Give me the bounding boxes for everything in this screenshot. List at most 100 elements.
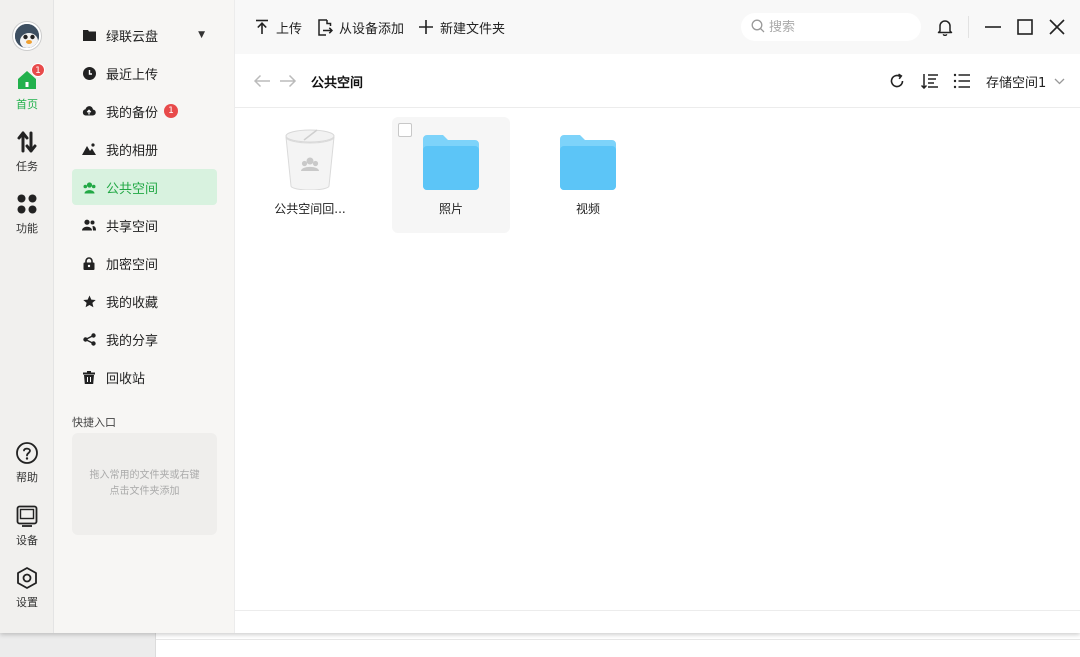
sidebar-item-label: 回收站	[106, 371, 146, 387]
share-icon	[82, 332, 96, 346]
toolbar-divider	[968, 16, 969, 38]
maximize-icon	[1017, 19, 1033, 35]
rail-devices[interactable]: 设备	[0, 504, 54, 548]
sidebar-item-label: 最近上传	[106, 67, 159, 83]
backdrop-panel	[155, 633, 1080, 657]
cloud-upload-icon	[82, 104, 96, 118]
rail-devices-label: 设备	[16, 534, 38, 547]
help-icon	[15, 441, 39, 465]
transfer-arrows-icon	[15, 130, 39, 154]
upload-button[interactable]: 上传	[254, 17, 302, 37]
sidebar-item-favorites[interactable]: 我的收藏	[72, 283, 217, 319]
sidebar-item-public-space[interactable]: 公共空间	[72, 169, 217, 205]
sidebar-item-label: 我的相册	[106, 143, 159, 159]
rail-help-label: 帮助	[16, 471, 38, 484]
sidebar-item-my-album[interactable]: 我的相册	[72, 131, 217, 167]
recycle-bin-icon	[280, 128, 340, 191]
file-name: 视频	[575, 202, 600, 216]
minimize-icon	[985, 26, 1001, 28]
file-item[interactable]: 视频	[529, 117, 647, 233]
file-item[interactable]: 照片	[392, 117, 510, 233]
storage-selector[interactable]: 存储空间1	[986, 72, 1065, 91]
path-title: 公共空间	[311, 76, 364, 91]
sidebar-item-label: 我的分享	[106, 333, 159, 349]
quick-access-hint: 拖入常用的文件夹或右键点击文件夹添加	[89, 470, 200, 497]
sort-icon	[921, 74, 938, 89]
rail-settings[interactable]: 设置	[0, 566, 54, 610]
search-input[interactable]	[769, 19, 909, 35]
forward-button[interactable]	[278, 71, 298, 91]
sidebar-item-label: 共享空间	[106, 219, 159, 235]
storage-label: 存储空间1	[986, 76, 1047, 91]
lock-icon	[82, 256, 96, 270]
new-folder-label: 新建文件夹	[440, 21, 506, 37]
upload-label: 上传	[276, 21, 303, 37]
avatar-image	[15, 24, 39, 48]
sidebar: 绿联云盘 ▼ 最近上传 我的备份 1 我的相册 公共空间 共享空间 加密空间 我…	[54, 0, 235, 633]
sidebar-item-label: 公共空间	[106, 181, 159, 197]
rail-tasks-label: 任务	[16, 160, 38, 173]
list-icon	[953, 73, 970, 89]
maximize-button[interactable]	[1015, 17, 1035, 37]
minimize-button[interactable]	[983, 17, 1003, 37]
folder-icon	[558, 128, 618, 190]
notification-bell-button[interactable]	[935, 17, 955, 37]
device-icon	[15, 504, 39, 528]
plus-icon	[418, 19, 434, 35]
sidebar-item-cloud-drive[interactable]: 绿联云盘 ▼	[72, 17, 217, 53]
rail-tasks[interactable]: 任务	[0, 130, 54, 174]
group-icon	[82, 180, 96, 194]
search-box[interactable]	[741, 13, 921, 41]
mountain-image-icon	[82, 142, 96, 156]
star-icon	[82, 294, 96, 308]
quick-access-title: 快捷入口	[72, 416, 116, 429]
sidebar-item-recent-uploads[interactable]: 最近上传	[72, 55, 217, 91]
sort-button[interactable]	[920, 71, 940, 91]
caret-down-icon[interactable]: ▼	[198, 30, 205, 40]
add-from-device-button[interactable]: 从设备添加	[317, 17, 404, 37]
settings-hexagon-icon	[15, 566, 39, 590]
backdrop-bar	[0, 633, 155, 657]
back-button[interactable]	[252, 71, 272, 91]
close-icon	[1049, 19, 1065, 35]
new-folder-button[interactable]: 新建文件夹	[418, 17, 505, 37]
sidebar-item-encrypted-space[interactable]: 加密空间	[72, 245, 217, 281]
sidebar-item-label: 加密空间	[106, 257, 159, 273]
home-badge: 1	[31, 63, 45, 77]
clock-icon	[82, 66, 96, 80]
sidebar-item-label: 我的收藏	[106, 295, 159, 311]
quick-access-dropzone[interactable]: 拖入常用的文件夹或右键点击文件夹添加	[72, 433, 217, 535]
trash-icon	[82, 370, 96, 384]
rail-features-label: 功能	[16, 222, 38, 235]
list-view-button[interactable]	[952, 71, 972, 91]
rail-features[interactable]: 功能	[0, 192, 54, 236]
status-bar	[235, 610, 1080, 633]
backup-badge: 1	[164, 104, 179, 118]
refresh-button[interactable]	[887, 71, 907, 91]
home-icon: 1	[15, 63, 45, 92]
avatar[interactable]	[13, 22, 41, 50]
chevron-down-icon	[1054, 74, 1065, 89]
left-rail: 1 首页 任务 功能 帮助 设备 设置	[0, 0, 54, 633]
select-checkbox[interactable]	[398, 123, 412, 137]
rail-settings-label: 设置	[16, 596, 38, 609]
close-button[interactable]	[1047, 17, 1067, 37]
sidebar-item-my-shares[interactable]: 我的分享	[72, 321, 217, 357]
device-import-icon	[317, 18, 333, 36]
rail-home[interactable]: 1 首页	[0, 63, 54, 112]
file-grid: 公共空间回... 照片 视频	[235, 108, 1080, 610]
file-name: 照片	[438, 202, 463, 216]
main-panel: 上传 从设备添加 新建文件夹 搜索 公共空间 存储空间1 公共空间回... 照片…	[235, 0, 1080, 633]
rail-help[interactable]: 帮助	[0, 441, 54, 485]
sidebar-item-recycle-bin[interactable]: 回收站	[72, 359, 217, 395]
file-item[interactable]: 公共空间回...	[251, 117, 369, 233]
rail-home-label: 首页	[16, 98, 38, 111]
users-icon	[82, 218, 96, 232]
grid-dots-icon	[15, 192, 39, 216]
sidebar-item-my-backup[interactable]: 我的备份 1	[72, 93, 217, 129]
arrow-left-icon	[253, 74, 270, 88]
sidebar-item-shared-space[interactable]: 共享空间	[72, 207, 217, 243]
search-icon	[751, 18, 765, 37]
path-bar: 公共空间 存储空间1	[235, 54, 1080, 108]
add-from-device-label: 从设备添加	[339, 21, 405, 37]
